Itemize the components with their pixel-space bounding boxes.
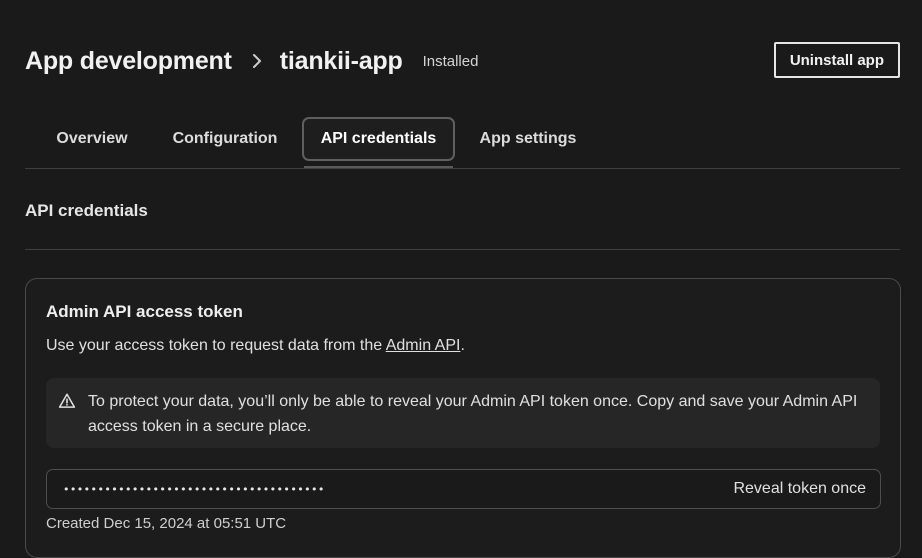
reveal-token-button[interactable]: Reveal token once	[733, 480, 866, 498]
warning-triangle-icon	[58, 393, 76, 408]
card-description-suffix: .	[460, 337, 465, 354]
tab-bar: Overview Configuration API credentials A…	[25, 117, 900, 169]
status-badge: Installed	[422, 52, 479, 70]
card-description-text: Use your access token to request data fr…	[46, 337, 386, 354]
breadcrumb-root[interactable]: App development	[25, 47, 232, 76]
warning-banner: To protect your data, you’ll only be abl…	[46, 378, 880, 448]
tab-app-settings[interactable]: App settings	[465, 117, 591, 161]
access-token-card: Admin API access token Use your access t…	[25, 278, 901, 558]
tab-api-credentials[interactable]: API credentials	[302, 117, 455, 168]
page-header: App development tiankii-app Installed Un…	[25, 42, 900, 80]
masked-token: ••••••••••••••••••••••••••••••••••••••	[63, 482, 325, 496]
admin-api-link[interactable]: Admin API	[386, 337, 461, 354]
uninstall-app-button[interactable]: Uninstall app	[773, 42, 900, 78]
page-title: tiankii-app	[279, 46, 403, 75]
tab-overview[interactable]: Overview	[39, 117, 145, 161]
created-timestamp: Created Dec 15, 2024 at 05:51 UTC	[46, 515, 287, 532]
section-divider	[25, 249, 900, 250]
warning-text: To protect your data, you’ll only be abl…	[88, 393, 858, 435]
token-field: •••••••••••••••••••••••••••••••••••••• R…	[46, 469, 881, 509]
chevron-right-icon	[244, 53, 270, 69]
card-description: Use your access token to request data fr…	[46, 337, 465, 355]
tab-configuration[interactable]: Configuration	[159, 117, 291, 161]
card-title: Admin API access token	[46, 302, 243, 321]
section-title: API credentials	[25, 201, 148, 220]
